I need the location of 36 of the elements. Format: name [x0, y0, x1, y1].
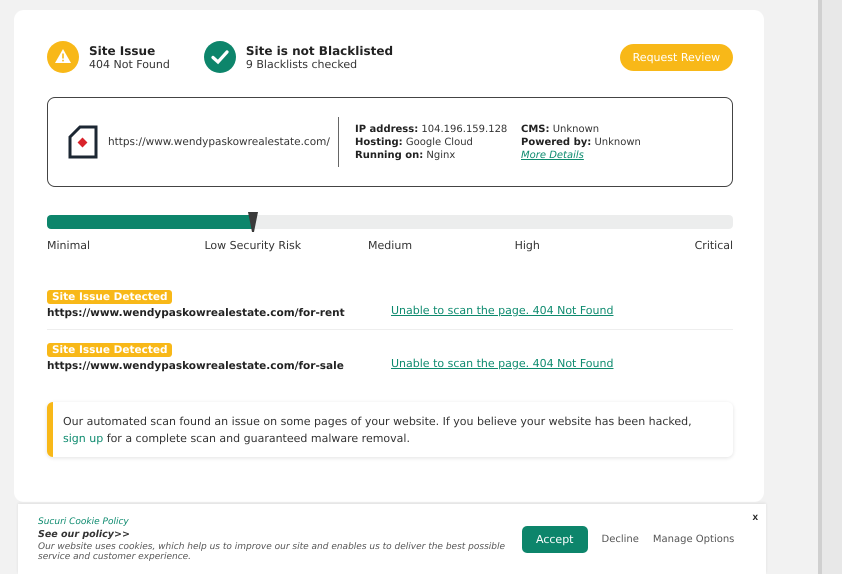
sign-up-link[interactable]: sign up [63, 432, 104, 444]
accept-button[interactable]: Accept [522, 526, 588, 553]
site-icon [68, 125, 98, 159]
site-url: https://www.wendypaskowrealestate.com/ [108, 136, 331, 148]
issue-url: https://www.wendypaskowrealestate.com/for-sale [47, 360, 345, 372]
status-title: Site is not Blacklisted [246, 44, 394, 58]
risk-label: High [514, 239, 541, 252]
site-detail: IP address: 104.196.159.128 [355, 124, 508, 134]
status-title: Site Issue [89, 44, 156, 58]
status-subtitle: 404 Not Found [89, 58, 170, 70]
close-button[interactable]: x [752, 512, 758, 524]
cookie-option-button[interactable]: Manage Options [652, 534, 734, 545]
scrollbar[interactable] [818, 0, 842, 574]
scan-notice: Our automated scan found an issue on some pages of your website. If you believe your website has been hacked, sign up for a complete scan and guaranteed malware removal. [47, 402, 734, 457]
issue-badge: Site Issue Detected [47, 343, 172, 357]
site-detail: Powered by: Unknown [521, 136, 642, 148]
check-icon [204, 41, 236, 73]
issue-badge: Site Issue Detected [47, 290, 172, 304]
site-detail: CMS: Unknown [521, 124, 600, 134]
cookie-title: Sucuri Cookie Policy [38, 516, 130, 527]
status-subtitle: 9 Blacklists checked [246, 58, 358, 70]
risk-label: Minimal [47, 239, 92, 252]
issue-message-link[interactable]: Unable to scan the page. 404 Not Found [391, 357, 734, 372]
cookie-option-button[interactable]: Decline [602, 534, 639, 545]
risk-pointer-icon [246, 211, 259, 233]
risk-label: Medium [367, 239, 414, 252]
site-detail: Hosting: Google Cloud [355, 136, 474, 148]
policy-link[interactable]: See our policy>> [38, 528, 508, 540]
warning-icon [47, 41, 79, 73]
risk-label: Critical [694, 239, 734, 252]
site-detail: Running on: Nginx [355, 150, 456, 160]
issue-url: https://www.wendypaskowrealestate.com/for-rent [47, 307, 346, 319]
cookie-text: Our website uses cookies, which help us to improve our site and enables us to deliver the best possible service and customer experience. [38, 542, 506, 562]
risk-label: Low Security Risk [204, 239, 302, 252]
more-details-link[interactable]: More Details [521, 150, 687, 160]
issue-message-link[interactable]: Unable to scan the page. 404 Not Found [391, 304, 734, 319]
